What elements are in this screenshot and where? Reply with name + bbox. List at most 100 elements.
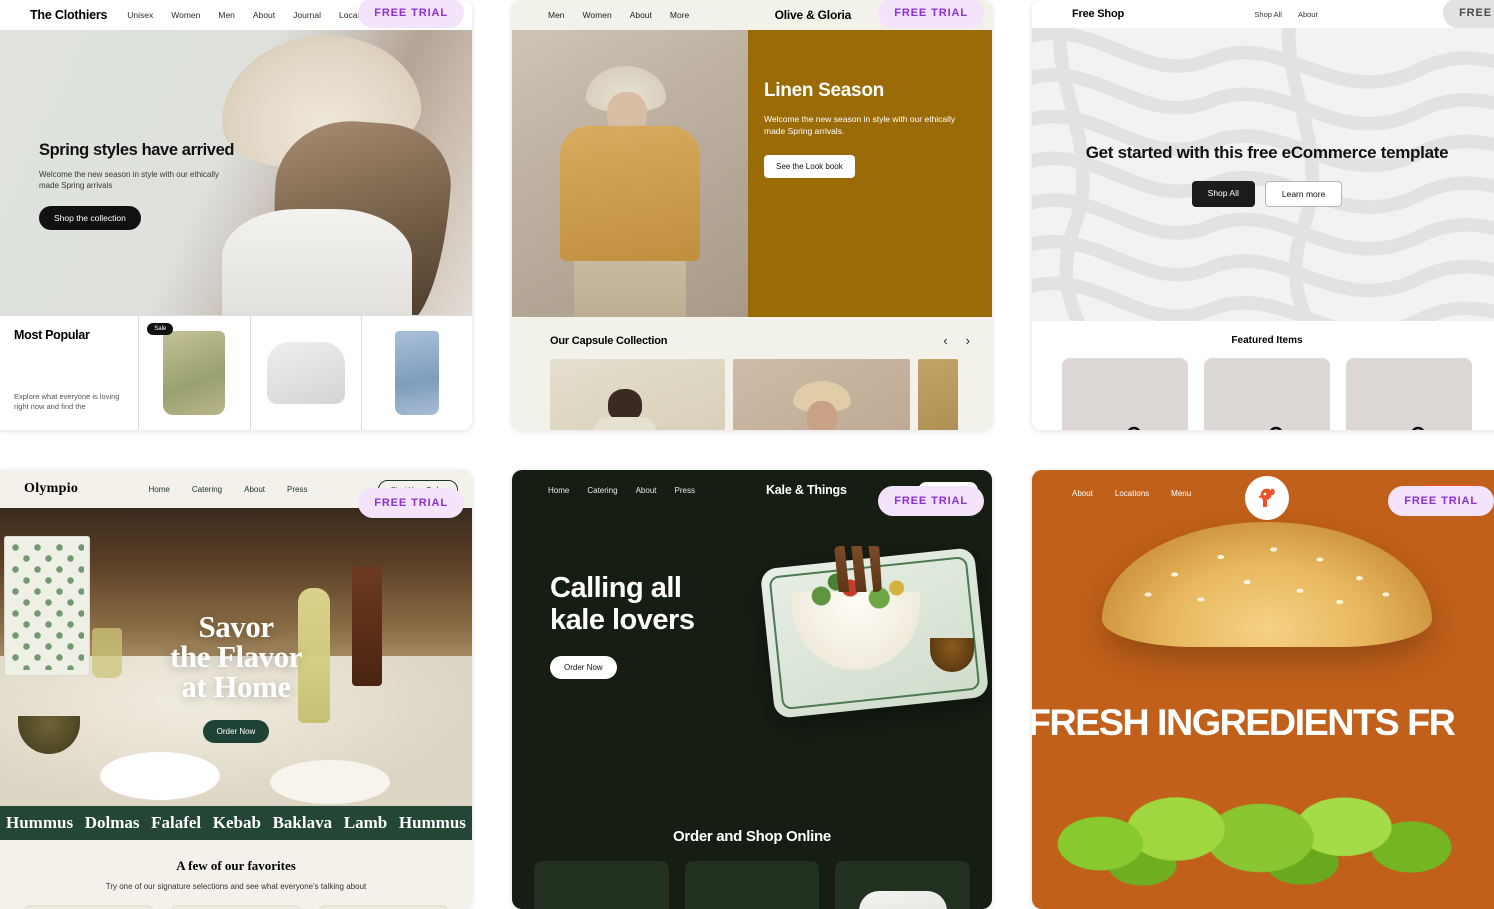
carousel-controls: ‹ ›: [943, 333, 970, 348]
hero-section: Calling all kale lovers Order Now: [512, 510, 992, 810]
chicken-logo-icon: [1245, 476, 1289, 520]
marquee-item: Kebab: [212, 813, 261, 832]
plate-image-2: [270, 760, 390, 804]
hero-title: Get started with this free eCommerce tem…: [1085, 143, 1449, 162]
lamb-chops-image: [834, 546, 882, 592]
nav-link-about[interactable]: About: [253, 10, 275, 20]
capsule-carousel: [550, 359, 970, 430]
nav-link-catering[interactable]: Catering: [587, 486, 617, 495]
hero-copy: Linen Season Welcome the new season in s…: [748, 30, 992, 317]
featured-item-1[interactable]: [1062, 358, 1188, 430]
nav-links: Shop All About: [1254, 10, 1317, 19]
nav-link-menu[interactable]: Menu: [1171, 489, 1191, 498]
nav-links: Unisex Women Men About Journal Locations: [127, 10, 375, 20]
order-now-button[interactable]: Order Now: [550, 656, 617, 679]
hero-section: Get started with this free eCommerce tem…: [1032, 28, 1494, 321]
hero-buttons: Shop All Learn more: [1086, 181, 1449, 207]
fresh-ingredients-banner: FRESH INGREDIENTS FR: [1032, 694, 1494, 752]
nav-link-unisex[interactable]: Unisex: [127, 10, 153, 20]
template-gallery: The Clothiers Unisex Women Men About Jou…: [0, 0, 1494, 909]
favorites-section: A few of our favorites Try one of our si…: [0, 840, 472, 909]
template-card-kale-and-things[interactable]: Home Catering About Press Kale & Things …: [512, 470, 992, 909]
product-tile-hoodie[interactable]: [251, 316, 362, 430]
capsule-item-3[interactable]: [918, 359, 958, 430]
template-card-olive-and-gloria[interactable]: Men Women About More Olive & Gloria Shop…: [512, 0, 992, 430]
marquee-item: Falafel: [151, 813, 202, 832]
marquee-item: Dolmas: [84, 813, 140, 832]
brand-logo: Olympio: [24, 481, 79, 496]
nav-link-press[interactable]: Press: [287, 485, 307, 494]
shop-all-button[interactable]: Shop All: [1191, 181, 1255, 207]
nav-link-shop-all[interactable]: Shop All: [1254, 10, 1282, 19]
jacket-image: [163, 331, 226, 415]
marquee-item: Baklava: [272, 813, 333, 832]
template-card-free-shop[interactable]: Free Shop Shop All About Get started wit…: [1032, 0, 1494, 430]
free-trial-badge[interactable]: FREE TRIAL: [1388, 486, 1494, 516]
sale-badge: Sale: [147, 323, 174, 335]
nav-link-women[interactable]: Women: [171, 10, 200, 20]
nav-link-about[interactable]: About: [630, 10, 652, 20]
featured-items-row: [1032, 346, 1494, 430]
nav-link-more[interactable]: More: [670, 10, 689, 20]
nav-link-about[interactable]: About: [636, 486, 657, 495]
nav-link-home[interactable]: Home: [548, 486, 569, 495]
burger-bun-section: [1032, 516, 1494, 694]
free-trial-badge[interactable]: FREE TRIAL: [358, 488, 464, 518]
shop-item-2[interactable]: [684, 861, 820, 909]
favorite-item-1[interactable]: [24, 905, 154, 909]
hero-section: Spring styles have arrived Welcome the n…: [0, 30, 472, 315]
nav-link-home[interactable]: Home: [149, 485, 170, 494]
free-trial-badge[interactable]: FREE TRIAL: [358, 0, 464, 28]
nav-link-press[interactable]: Press: [675, 486, 695, 495]
free-trial-badge[interactable]: FREE TRIAL: [878, 0, 984, 28]
nav-link-about[interactable]: About: [244, 485, 265, 494]
brand-logo: Olive & Gloria: [774, 8, 852, 22]
hero-title-line-1: Calling all: [550, 572, 682, 604]
template-card-olympio[interactable]: Olympio Home Catering About Press Start …: [0, 470, 472, 909]
shop-item-3[interactable]: [835, 861, 971, 909]
nav-link-about[interactable]: About: [1298, 10, 1318, 19]
chevron-right-icon[interactable]: ›: [966, 333, 970, 348]
nav-link-men[interactable]: Men: [548, 10, 565, 20]
section-body: Explore what everyone is loving right no…: [14, 392, 120, 411]
nav-link-women[interactable]: Women: [583, 10, 612, 20]
capsule-collection-section: Our Capsule Collection ‹ ›: [512, 317, 992, 430]
shop-collection-button[interactable]: Shop the collection: [39, 206, 141, 230]
hero-section: Linen Season Welcome the new season in s…: [512, 30, 992, 317]
featured-item-2[interactable]: [1204, 358, 1330, 430]
favorite-item-3[interactable]: [318, 905, 448, 909]
capsule-item-1[interactable]: [550, 359, 725, 430]
nav-link-catering[interactable]: Catering: [192, 485, 222, 494]
template-card-the-clothiers[interactable]: The Clothiers Unisex Women Men About Jou…: [0, 0, 472, 430]
hero-title-line-3: at Home: [181, 669, 291, 704]
menu-marquee: Hummus Dolmas Falafel Kebab Baklava Lamb…: [0, 806, 472, 840]
free-trial-badge[interactable]: FREE TRIAL: [878, 486, 984, 516]
lookbook-button[interactable]: See the Look book: [764, 155, 855, 178]
capsule-item-2[interactable]: [733, 359, 910, 430]
product-tile-jeans[interactable]: [362, 316, 472, 430]
learn-more-button[interactable]: Learn more: [1264, 181, 1343, 207]
nav-links: About Locations Menu: [1072, 489, 1191, 498]
jeans-image: [394, 331, 439, 415]
favorite-item-2[interactable]: [171, 905, 301, 909]
shop-item-1[interactable]: [534, 861, 669, 909]
nav-links: Men Women About More: [548, 10, 689, 20]
nav-links: Home Catering About Press: [149, 485, 308, 494]
marquee-item: Hummus: [6, 813, 74, 832]
capsule-header: Our Capsule Collection ‹ ›: [550, 333, 970, 348]
product-tile-jacket[interactable]: Sale: [139, 316, 251, 430]
nav-link-locations[interactable]: Locations: [1115, 489, 1149, 498]
section-title: Featured Items: [1231, 335, 1303, 346]
shop-online-section: Order and Shop Online: [512, 810, 992, 909]
nav-link-about[interactable]: About: [1072, 489, 1093, 498]
nav-link-journal[interactable]: Journal: [293, 10, 321, 20]
featured-item-3[interactable]: [1346, 358, 1472, 430]
hero-subtitle: Welcome the new season in style with our…: [764, 114, 956, 136]
nav-link-men[interactable]: Men: [218, 10, 235, 20]
banner-text: FRESH INGREDIENTS FR: [1032, 702, 1456, 743]
order-now-button[interactable]: Order Now: [202, 720, 270, 743]
most-popular-intro: Most Popular Explore what everyone is lo…: [0, 316, 140, 430]
chevron-left-icon[interactable]: ‹: [943, 333, 947, 348]
free-badge[interactable]: FREE: [1443, 0, 1494, 28]
template-card-fresh-ingredients[interactable]: About Locations Menu ORDER NOW FRESH ING…: [1032, 470, 1494, 909]
